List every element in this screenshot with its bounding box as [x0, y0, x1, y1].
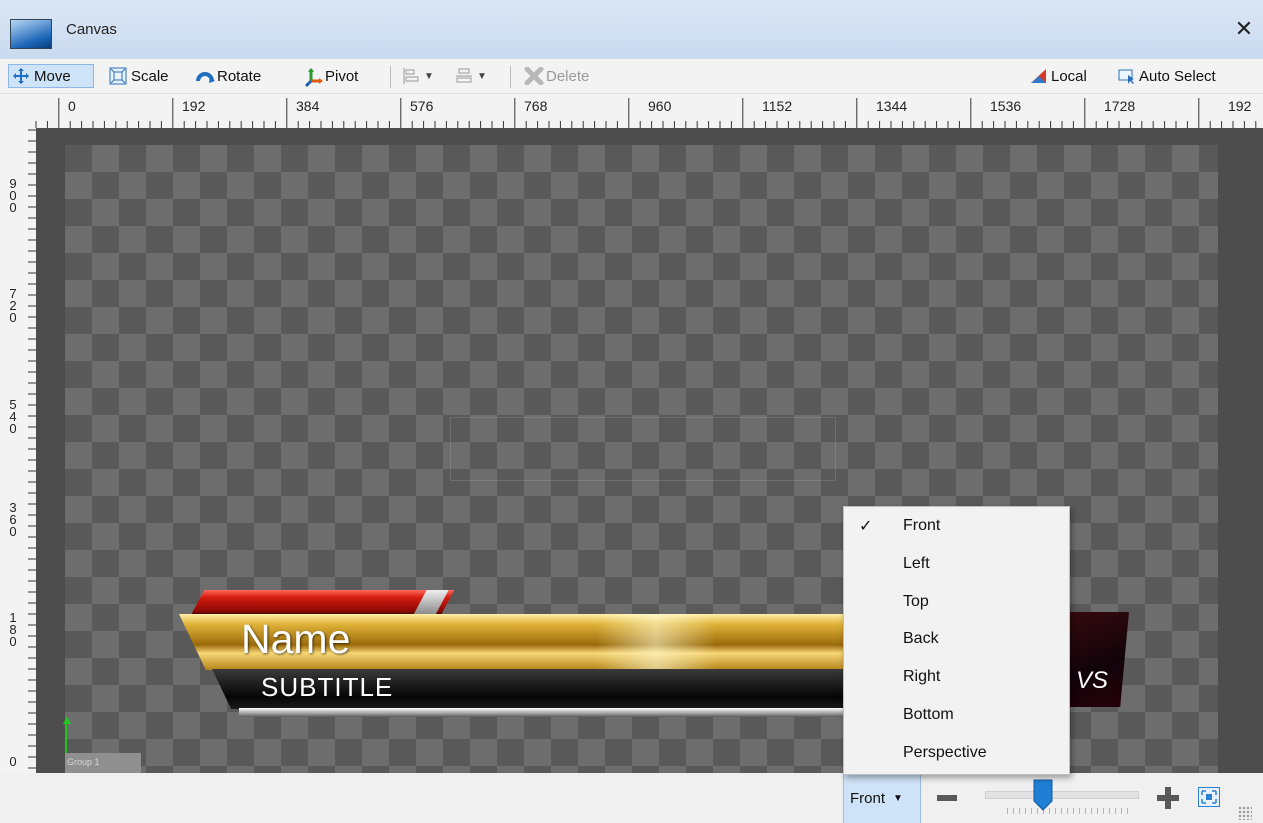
toolbar-separator	[390, 66, 391, 88]
ruler-label: 360	[9, 500, 17, 539]
ruler-label: 960	[648, 98, 672, 114]
view-dropdown-label: Front	[850, 789, 886, 807]
vertical-ruler[interactable]: 900 720 540 360 180 0	[0, 128, 36, 773]
menu-item-label: Front	[903, 517, 941, 534]
view-menu-item-left[interactable]: Left	[845, 546, 1068, 583]
canvas-window-icon	[10, 19, 52, 49]
lower-third-silver-strip	[239, 708, 849, 717]
auto-select-label: Auto Select	[1139, 67, 1216, 85]
ruler-label: 540	[9, 397, 17, 436]
ruler-label: 720	[9, 286, 17, 325]
delete-button[interactable]: Delete	[521, 64, 592, 88]
scale-tool-button[interactable]: Scale	[106, 64, 172, 88]
pivot-icon	[303, 67, 323, 88]
view-dropdown[interactable]: Front ▼	[843, 773, 921, 823]
move-label: Move	[34, 67, 71, 85]
ruler-label: 192	[1228, 98, 1252, 114]
menu-item-label: Left	[903, 555, 930, 572]
lower-third-logo-text: VS	[1076, 667, 1109, 694]
menu-item-label: Right	[903, 668, 941, 685]
view-menu-item-perspective[interactable]: Perspective	[845, 735, 1068, 772]
rotate-icon	[195, 67, 215, 85]
window-titlebar: Canvas ✕	[0, 0, 1263, 59]
ruler-label: 576	[410, 98, 434, 114]
align-left-icon	[402, 67, 420, 85]
rotate-tool-button[interactable]: Rotate	[192, 64, 264, 88]
local-axes-icon	[1029, 67, 1047, 85]
delete-label: Delete	[546, 67, 590, 85]
pivot-tool-button[interactable]: Pivot	[300, 64, 361, 88]
zoom-slider-track[interactable]	[985, 791, 1139, 799]
lower-third-shine	[596, 614, 716, 670]
auto-select-button[interactable]: Auto Select	[1114, 64, 1219, 88]
menu-item-label: Top	[903, 593, 929, 610]
zoom-in-button[interactable]	[1157, 787, 1179, 809]
ruler-label: 900	[9, 176, 17, 215]
resize-grip-icon[interactable]	[1238, 806, 1252, 820]
pivot-label: Pivot	[325, 67, 359, 85]
local-label: Local	[1051, 67, 1087, 85]
zoom-out-button[interactable]	[936, 787, 958, 809]
zoom-slider-ticks	[1007, 808, 1132, 814]
toolbar-separator	[510, 66, 511, 88]
view-menu-item-right[interactable]: Right	[845, 659, 1068, 696]
chevron-down-icon: ▼	[477, 70, 487, 82]
scale-icon	[109, 67, 127, 85]
close-button[interactable]: ✕	[1233, 18, 1255, 40]
ruler-label: 384	[296, 98, 320, 114]
view-menu: ✓ Front Left Top Back Right Bottom Persp…	[843, 506, 1070, 775]
move-icon	[12, 67, 30, 85]
fit-to-view-button[interactable]	[1198, 787, 1220, 807]
scale-label: Scale	[131, 67, 169, 85]
align-left-dropdown[interactable]: ▼	[399, 64, 437, 88]
view-menu-item-back[interactable]: Back	[845, 621, 1068, 658]
ruler-ticks	[28, 129, 36, 769]
move-tool-button[interactable]: Move	[8, 64, 94, 88]
view-menu-item-bottom[interactable]: Bottom	[845, 697, 1068, 734]
window-title: Canvas	[66, 21, 117, 38]
title-safe-outline	[450, 417, 836, 481]
menu-item-label: Bottom	[903, 706, 954, 723]
canvas-viewport[interactable]: Name SUBTITLE VS Group 1	[36, 128, 1263, 773]
chevron-down-icon: ▼	[893, 792, 903, 804]
menu-item-label: Back	[903, 630, 939, 647]
checkmark-icon: ✓	[859, 518, 873, 535]
view-menu-item-top[interactable]: Top	[845, 584, 1068, 621]
ruler-label: 1152	[762, 98, 793, 114]
auto-select-icon	[1117, 67, 1135, 85]
lower-third-name-text[interactable]: Name	[241, 616, 350, 663]
align-center-icon	[455, 67, 473, 85]
group-label[interactable]: Group 1	[65, 753, 141, 773]
align-center-dropdown[interactable]: ▼	[452, 64, 490, 88]
rotate-label: Rotate	[217, 67, 262, 85]
ruler-label: 0	[9, 754, 17, 769]
toolbar: Move Scale Rotate Pivot ▼ ▼ Delete Local…	[0, 59, 1263, 94]
zoom-slider-thumb[interactable]	[1033, 779, 1053, 811]
ruler-label: 1728	[1104, 98, 1136, 114]
ruler-label: 768	[524, 98, 548, 114]
fit-view-icon	[1201, 790, 1217, 804]
ruler-label: 0	[68, 98, 76, 114]
local-space-button[interactable]: Local	[1026, 64, 1090, 88]
view-menu-item-front[interactable]: ✓ Front	[845, 508, 1068, 545]
delete-icon	[524, 66, 544, 86]
ruler-label: 192	[182, 98, 206, 114]
menu-item-label: Perspective	[903, 744, 987, 761]
ruler-label: 180	[9, 610, 17, 649]
ruler-label: 1536	[990, 98, 1022, 114]
horizontal-ruler[interactable]: 0 192 384 576 768 960 1152 1344 1536 172…	[0, 94, 1263, 128]
lower-third-subtitle-text[interactable]: SUBTITLE	[261, 672, 393, 703]
chevron-down-icon: ▼	[424, 70, 434, 82]
ruler-label: 1344	[876, 98, 908, 114]
